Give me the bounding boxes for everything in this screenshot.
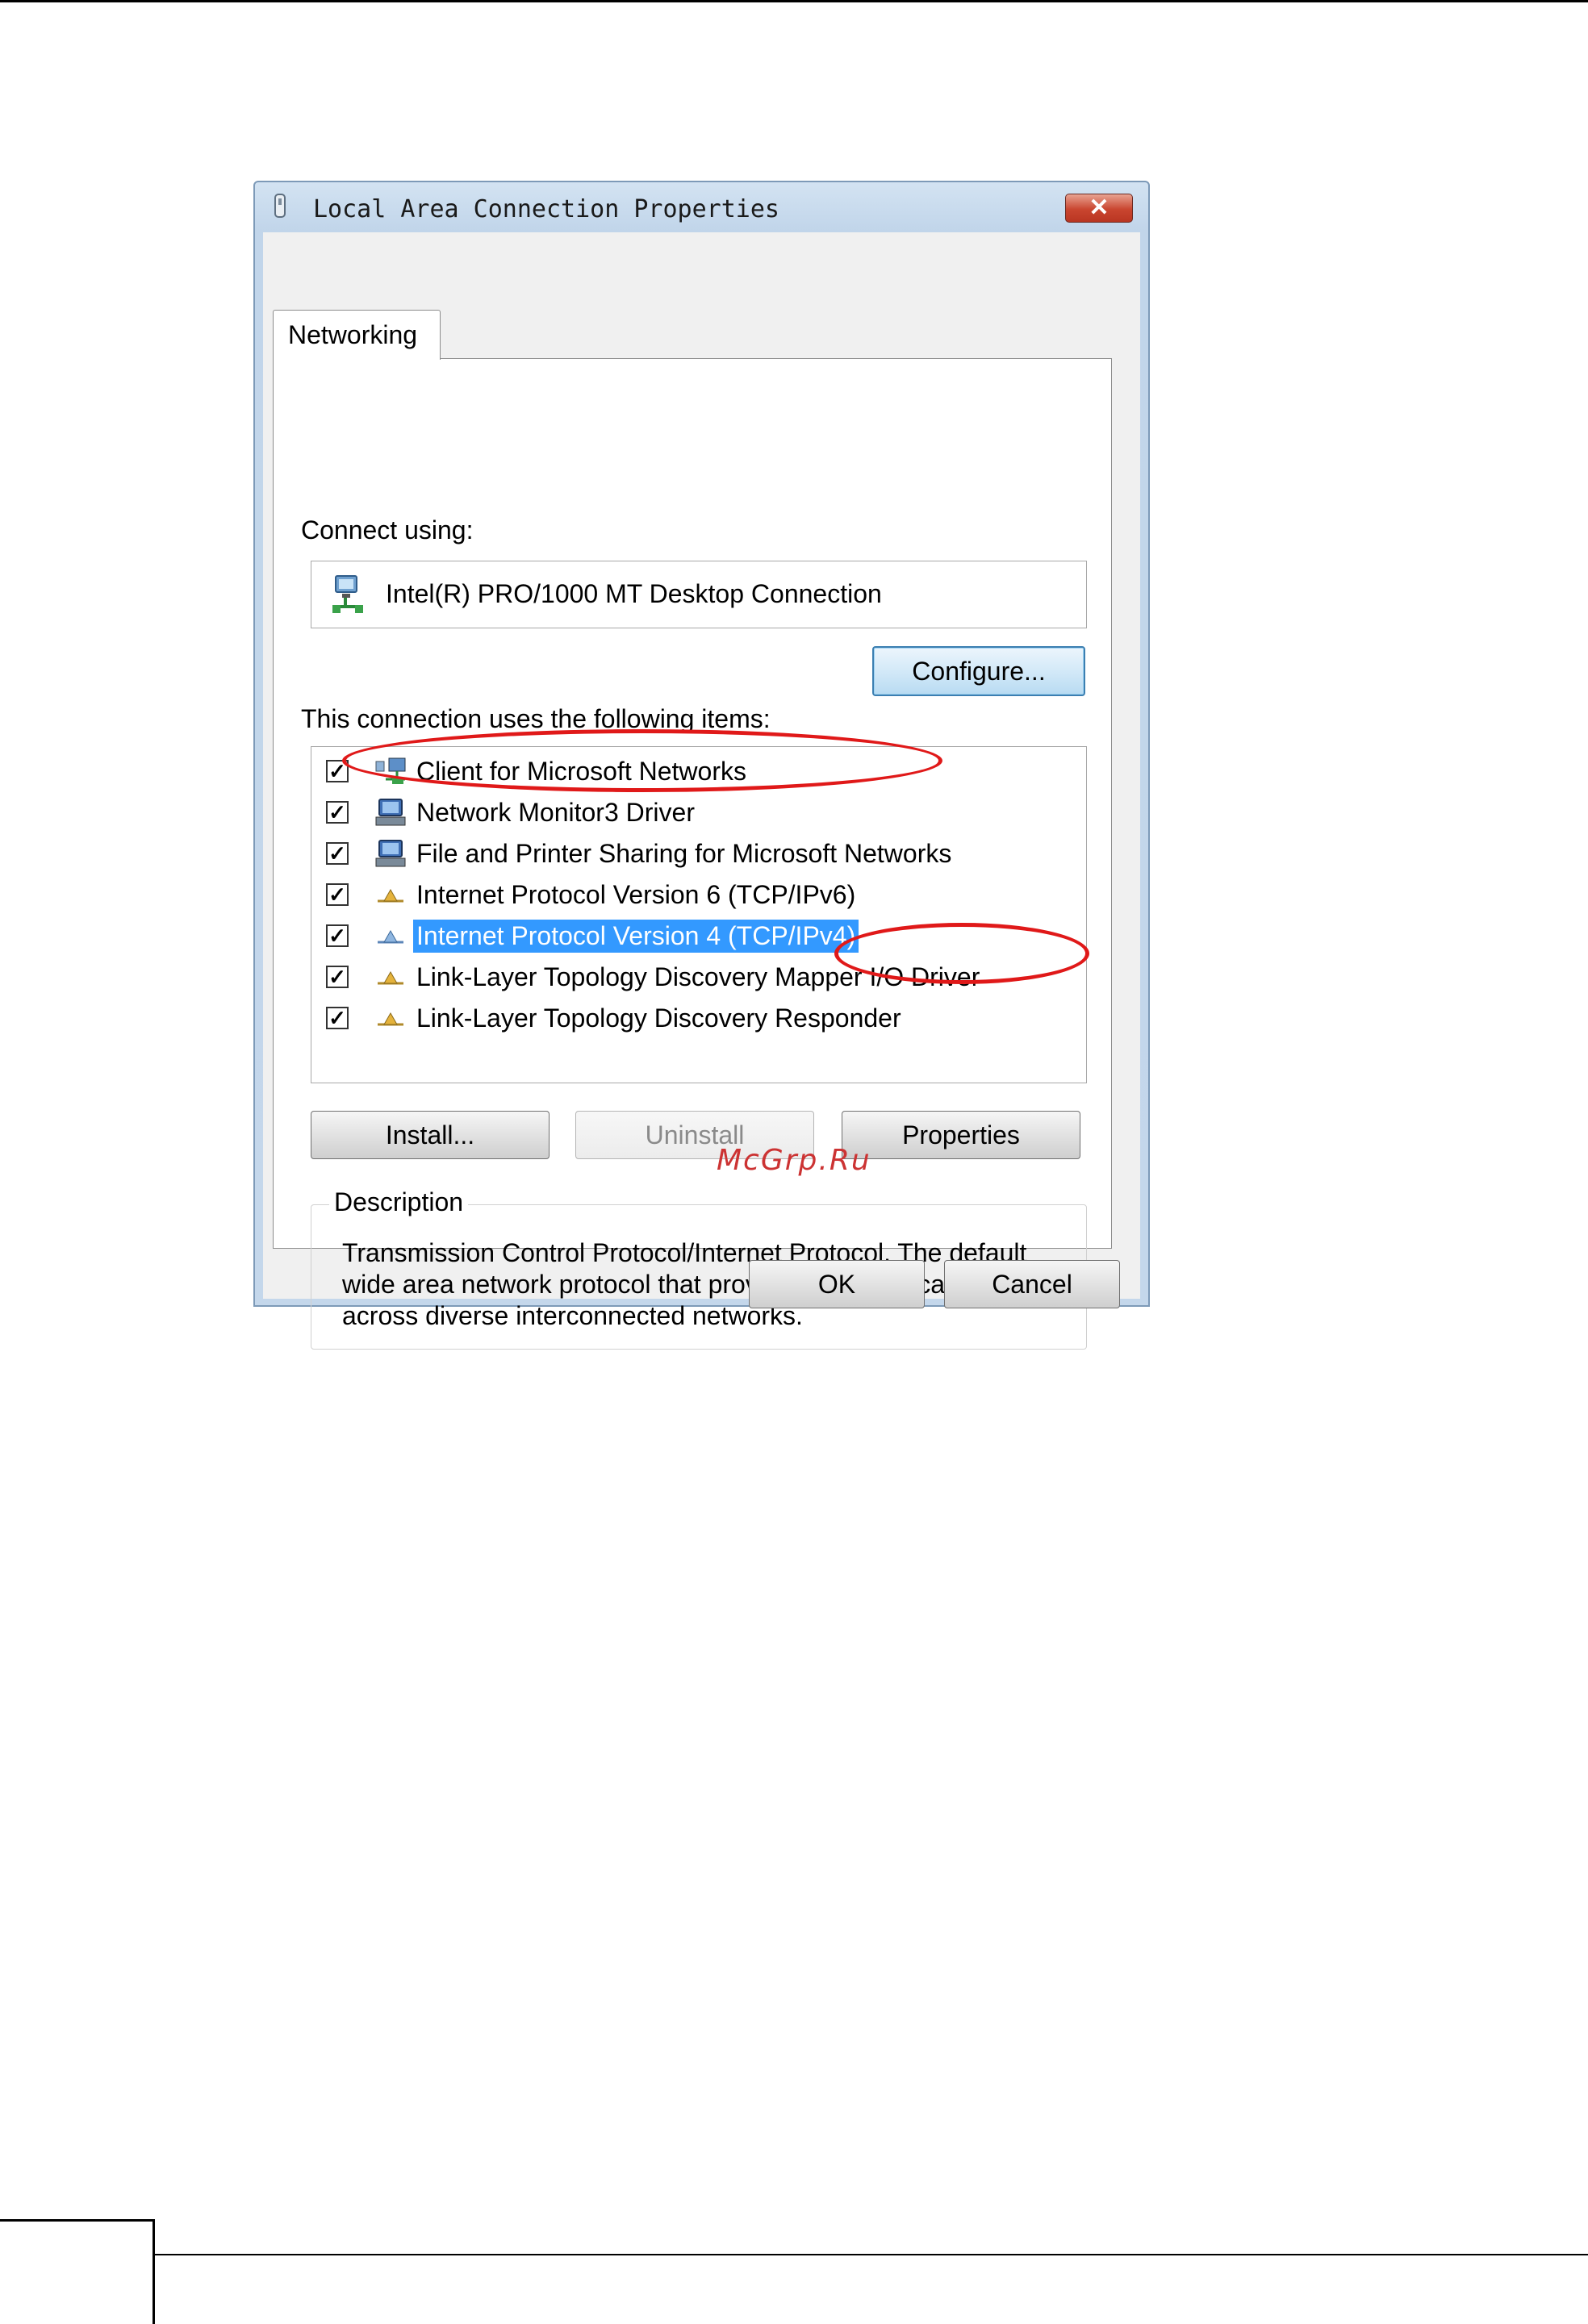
item-checkbox[interactable]: ✓ — [326, 801, 349, 824]
properties-button[interactable]: Properties — [842, 1111, 1080, 1159]
adapter-field: Intel(R) PRO/1000 MT Desktop Connection — [311, 561, 1087, 628]
item-label: File and Printer Sharing for Microsoft N… — [416, 839, 952, 868]
list-item-file-and-printer-sharing[interactable]: ✓ File and Printer Sharing for Microsoft… — [326, 836, 1068, 871]
items-label: This connection uses the following items… — [301, 704, 771, 733]
close-icon: ✕ — [1089, 194, 1110, 221]
item-checkbox[interactable]: ✓ — [326, 966, 349, 988]
list-item-ipv4[interactable]: ✓ Internet Protocol Version 4 (TCP/IPv4) — [326, 918, 1068, 953]
item-label: Network Monitor3 Driver — [416, 798, 695, 827]
list-item-network-monitor3-driver[interactable]: ✓ Network Monitor3 Driver — [326, 795, 1068, 830]
list-item-client-for-microsoft-networks[interactable]: ✓ Client for Microsoft Networks — [326, 753, 1068, 789]
item-checkbox[interactable]: ✓ — [326, 883, 349, 906]
dialog-client-area: Networking Connect using: Intel(R) PRO/1… — [263, 232, 1140, 1350]
list-item-lltd-mapper[interactable]: ✓ Link-Layer Topology Discovery Mapper I… — [326, 959, 1068, 995]
install-button[interactable]: Install... — [311, 1111, 550, 1159]
tab-networking[interactable]: Networking — [273, 310, 441, 360]
watermark: McGrp.Ru — [717, 1144, 871, 1177]
page-footer-box — [0, 2219, 155, 2324]
network-connection-icon — [274, 194, 286, 218]
page-top-rule — [0, 0, 1588, 2]
network-driver-icon — [375, 799, 406, 826]
item-checkbox[interactable]: ✓ — [326, 924, 349, 947]
item-label: Internet Protocol Version 6 (TCP/IPv6) — [416, 880, 856, 909]
adapter-name: Intel(R) PRO/1000 MT Desktop Connection — [386, 579, 882, 608]
network-adapter-icon — [332, 575, 363, 613]
items-list[interactable]: ✓ Client for Microsoft Networks ✓ Networ… — [311, 746, 1087, 1083]
networking-tab-panel: Connect using: Intel(R) PRO/1000 MT Desk… — [273, 358, 1112, 1350]
protocol-icon — [378, 970, 403, 985]
item-label: Link-Layer Topology Discovery Mapper I/O… — [416, 962, 980, 991]
title-bar[interactable]: Local Area Connection Properties ✕ — [255, 182, 1148, 232]
item-checkbox[interactable]: ✓ — [326, 842, 349, 865]
protocol-icon — [378, 888, 403, 903]
protocol-icon — [378, 929, 403, 944]
connect-using-label: Connect using: — [301, 515, 474, 544]
item-checkbox[interactable]: ✓ — [326, 760, 349, 782]
cancel-button[interactable]: Cancel — [944, 1260, 1120, 1308]
list-item-lltd-responder[interactable]: ✓ Link-Layer Topology Discovery Responde… — [326, 1000, 1068, 1036]
item-checkbox[interactable]: ✓ — [326, 1007, 349, 1029]
file-printer-sharing-icon — [375, 840, 406, 867]
description-legend: Description — [329, 1187, 469, 1217]
list-item-ipv6[interactable]: ✓ Internet Protocol Version 6 (TCP/IPv6) — [326, 877, 1068, 912]
protocol-icon — [378, 1012, 403, 1026]
item-label: Client for Microsoft Networks — [416, 757, 746, 786]
window-title: Local Area Connection Properties — [313, 195, 779, 223]
page-footer-rule — [155, 2254, 1588, 2255]
ok-button[interactable]: OK — [749, 1260, 925, 1308]
item-label: Internet Protocol Version 4 (TCP/IPv4) — [413, 920, 859, 953]
properties-dialog: Local Area Connection Properties ✕ Netwo… — [253, 181, 1150, 1350]
configure-button[interactable]: Configure... — [872, 646, 1085, 696]
item-label: Link-Layer Topology Discovery Responder — [416, 1003, 901, 1033]
client-network-icon — [375, 757, 406, 784]
close-button[interactable]: ✕ — [1065, 194, 1133, 223]
